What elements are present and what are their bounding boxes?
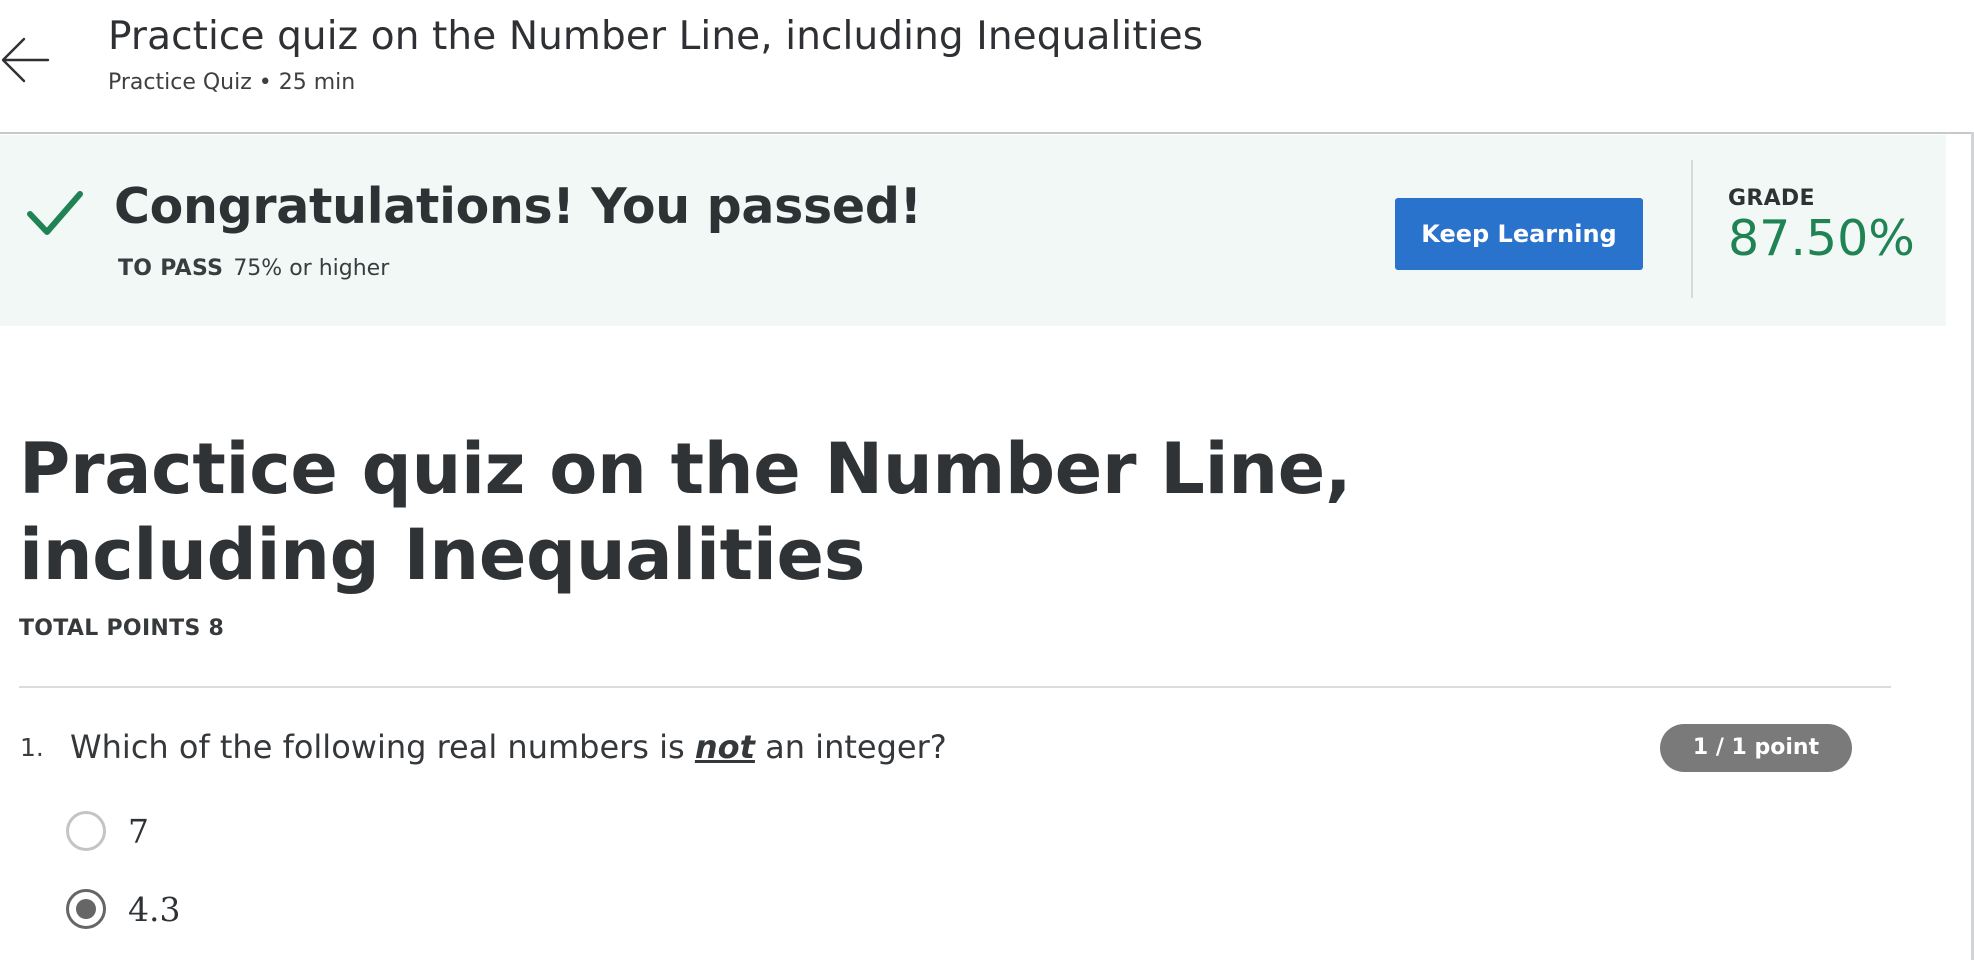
back-button[interactable] — [0, 30, 52, 90]
to-pass-label: TO PASS — [118, 256, 224, 281]
section-divider — [19, 686, 1891, 688]
option-label: 7 — [128, 812, 149, 851]
quiz-header-bar: Practice quiz on the Number Line, includ… — [0, 0, 1974, 134]
to-pass-value: 75% or higher — [233, 256, 390, 281]
points-badge: 1 / 1 point — [1660, 724, 1852, 772]
question-text-end: an integer? — [754, 728, 947, 766]
arrow-left-icon — [1, 37, 50, 83]
grade-value: 87.50% — [1728, 210, 1915, 267]
checkmark-icon — [27, 191, 83, 235]
question-text: Which of the following real numbers is n… — [70, 728, 947, 766]
question-text-start: Which of the following real numbers is — [70, 728, 695, 766]
answer-option-4-3[interactable]: 4.3 — [66, 887, 366, 933]
question-text-emphasis: not — [694, 728, 755, 766]
grade-divider — [1691, 160, 1693, 298]
quiz-title: Practice quiz on the Number Line, includ… — [19, 428, 1352, 596]
pass-requirement: TO PASS 75% or higher — [118, 256, 389, 281]
answer-option-7[interactable]: 7 — [66, 809, 366, 855]
header-title: Practice quiz on the Number Line, includ… — [108, 14, 1204, 59]
radio-button[interactable] — [66, 811, 106, 851]
header-subtitle: Practice Quiz • 25 min — [108, 70, 356, 95]
keep-learning-button[interactable]: Keep Learning — [1395, 198, 1643, 270]
question-number: 1. — [20, 733, 44, 762]
pass-message: Congratulations! You passed! — [114, 178, 922, 235]
option-label: 4.3 — [128, 890, 181, 929]
radio-button[interactable] — [66, 889, 106, 929]
grade-label: GRADE — [1728, 186, 1815, 211]
total-points: TOTAL POINTS 8 — [19, 616, 225, 641]
